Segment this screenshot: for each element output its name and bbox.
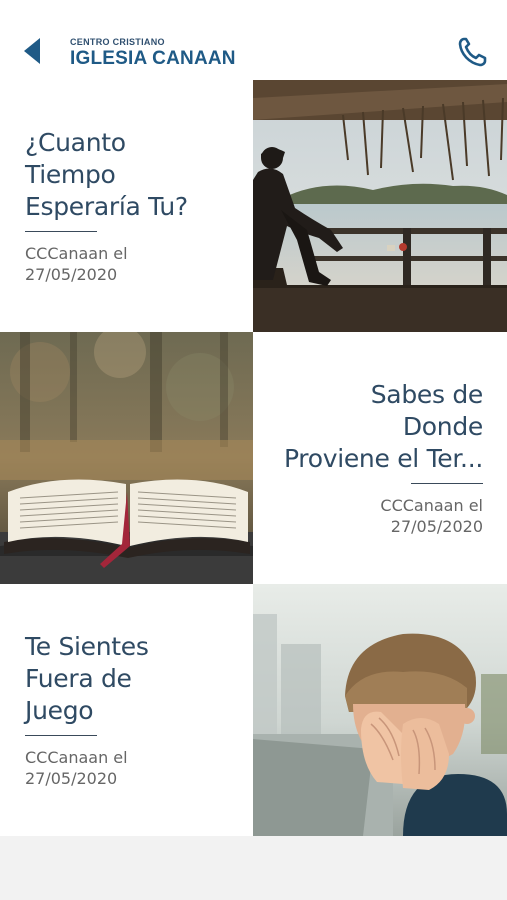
- logo-title: IGLESIA CANAAN: [70, 48, 236, 69]
- title-divider: [25, 231, 97, 232]
- back-arrow-icon: [24, 38, 40, 64]
- logo-subtitle: CENTRO CRISTIANO: [70, 37, 165, 47]
- call-button[interactable]: [457, 36, 487, 68]
- post-text-panel[interactable]: Te Sientes Fuera de Juego CCCanaan el 27…: [0, 584, 253, 836]
- church-logo: CENTRO CRISTIANO IGLESIA CANAAN: [70, 37, 236, 69]
- post-date: 27/05/2020: [390, 517, 483, 536]
- post-title[interactable]: Te Sientes Fuera de Juego: [25, 631, 149, 727]
- title-divider: [411, 483, 483, 484]
- post-meta: CCCanaan el 27/05/2020: [25, 243, 128, 285]
- post-author: CCCanaan el: [380, 496, 483, 515]
- open-bible-image: [0, 332, 253, 584]
- footer-area: [0, 838, 507, 900]
- post-title[interactable]: Sabes de Donde Proviene el Ter...: [284, 379, 483, 475]
- post-text-panel[interactable]: ¿Cuanto Tiempo Esperaría Tu? CCCanaan el…: [0, 80, 253, 332]
- post-image[interactable]: [0, 332, 253, 584]
- title-divider: [25, 735, 97, 736]
- post-card[interactable]: Sabes de Donde Proviene el Ter... CCCana…: [0, 332, 507, 584]
- post-author: CCCanaan el: [25, 748, 128, 767]
- post-card[interactable]: ¿Cuanto Tiempo Esperaría Tu? CCCanaan el…: [0, 80, 507, 332]
- post-date: 27/05/2020: [25, 265, 118, 284]
- post-date: 27/05/2020: [25, 769, 118, 788]
- posts-grid: ¿Cuanto Tiempo Esperaría Tu? CCCanaan el…: [0, 80, 507, 836]
- post-image[interactable]: [253, 584, 507, 836]
- post-meta: CCCanaan el 27/05/2020: [380, 495, 483, 537]
- post-text-panel[interactable]: Sabes de Donde Proviene el Ter... CCCana…: [253, 332, 507, 584]
- post-image[interactable]: [253, 80, 507, 332]
- back-button[interactable]: [20, 34, 46, 70]
- man-covering-face-image: [253, 584, 507, 836]
- post-author: CCCanaan el: [25, 244, 128, 263]
- phone-icon: [458, 37, 487, 67]
- post-meta: CCCanaan el 27/05/2020: [25, 747, 128, 789]
- post-card[interactable]: Te Sientes Fuera de Juego CCCanaan el 27…: [0, 584, 507, 836]
- post-title[interactable]: ¿Cuanto Tiempo Esperaría Tu?: [25, 127, 188, 223]
- man-on-pier-image: [253, 80, 507, 332]
- app-header: CENTRO CRISTIANO IGLESIA CANAAN: [0, 0, 507, 80]
